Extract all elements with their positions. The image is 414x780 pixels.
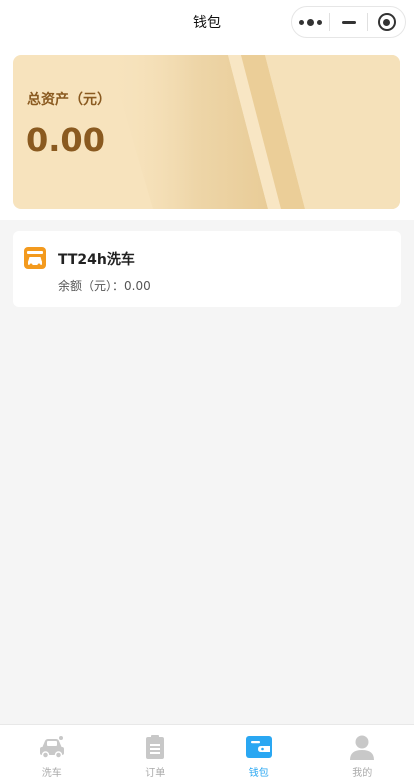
clipboard-icon bbox=[146, 735, 165, 759]
tab-label: 订单 bbox=[145, 768, 166, 779]
more-dots-icon bbox=[299, 18, 322, 26]
target-circle-icon bbox=[377, 13, 396, 31]
tab-orders[interactable]: 订单 bbox=[104, 725, 208, 780]
tab-label: 我的 bbox=[352, 768, 373, 779]
wallet-balance: 余额（元）：0.00 bbox=[58, 279, 151, 293]
user-icon bbox=[350, 735, 375, 760]
tab-label: 洗车 bbox=[41, 768, 62, 779]
close-button[interactable] bbox=[368, 7, 405, 37]
bottom-tab-bar: 洗车 订单 钱包 我的 bbox=[0, 724, 414, 780]
total-assets-value: 0.00 bbox=[26, 121, 105, 159]
page-title: 钱包 bbox=[193, 15, 221, 31]
car-icon bbox=[39, 736, 64, 759]
wallet-page: 钱包 总资产（元） 0.00 TT24h洗车 余额（元）：0.00 洗车 订单 … bbox=[0, 0, 414, 780]
wallet-icon bbox=[245, 736, 272, 758]
total-assets-card: 总资产（元） 0.00 bbox=[13, 55, 400, 209]
tab-car-wash[interactable]: 洗车 bbox=[0, 725, 104, 780]
total-assets-label: 总资产（元） bbox=[27, 92, 111, 108]
minimize-button[interactable] bbox=[330, 7, 367, 37]
minimize-icon bbox=[341, 20, 356, 24]
tab-wallet[interactable]: 钱包 bbox=[207, 725, 311, 780]
assets-section: 总资产（元） 0.00 bbox=[0, 44, 414, 220]
more-button[interactable] bbox=[292, 7, 329, 37]
car-wash-icon bbox=[24, 247, 46, 269]
tab-label: 钱包 bbox=[248, 768, 269, 779]
tab-profile[interactable]: 我的 bbox=[311, 725, 414, 780]
mini-program-capsule bbox=[291, 6, 406, 38]
wallet-list-item[interactable]: TT24h洗车 余额（元）：0.00 bbox=[13, 231, 401, 307]
nav-header: 钱包 bbox=[0, 0, 414, 44]
wallet-name: TT24h洗车 bbox=[58, 252, 135, 268]
